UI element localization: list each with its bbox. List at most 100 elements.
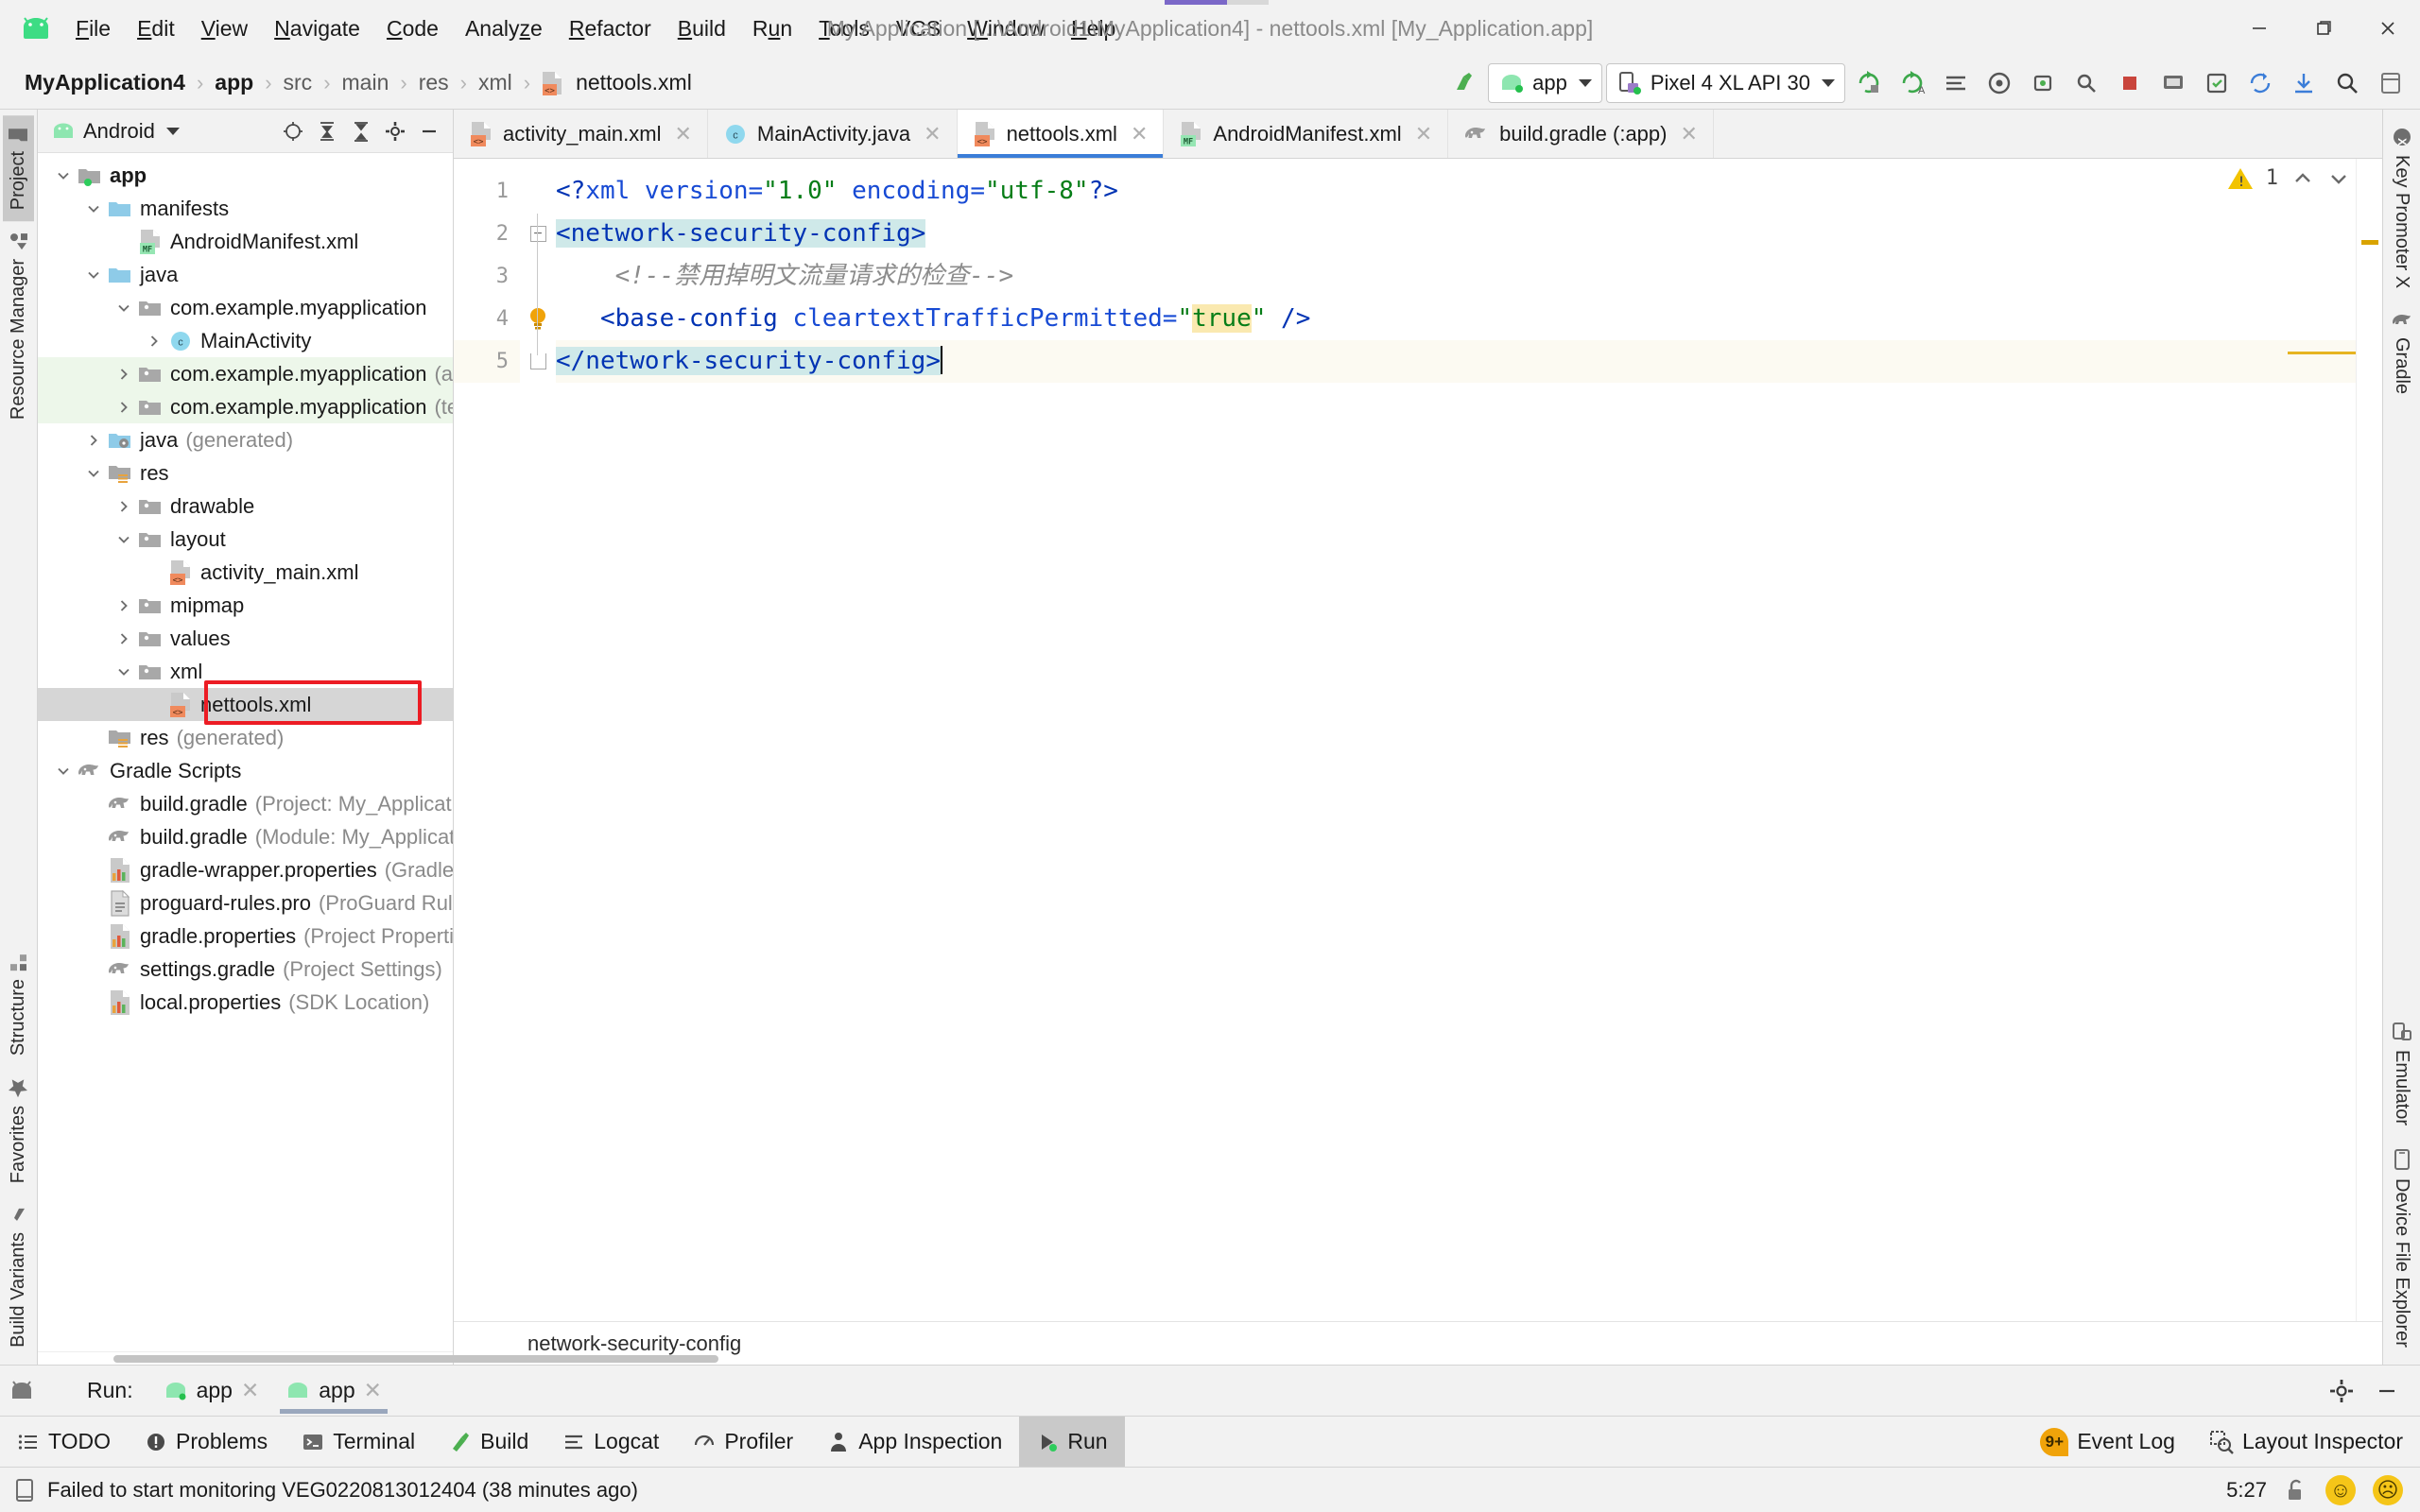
- tool-window-terminal[interactable]: Terminal: [285, 1417, 432, 1467]
- prev-problem-icon[interactable]: [2291, 169, 2314, 188]
- tree-node-res[interactable]: res: [38, 456, 453, 490]
- chevron-down-icon[interactable]: [81, 466, 106, 481]
- tree-node-gradle-scripts[interactable]: Gradle Scripts: [38, 754, 453, 787]
- sidebar-item-key-promoter-x[interactable]: X Key Promoter X: [2386, 115, 2417, 300]
- run-tab-app-2[interactable]: app ✕: [272, 1366, 395, 1417]
- chevron-down-icon[interactable]: [81, 201, 106, 216]
- search-icon[interactable]: [2327, 63, 2367, 103]
- status-message[interactable]: Failed to start monitoring VEG0220813012…: [13, 1477, 638, 1503]
- gear-icon[interactable]: [379, 115, 411, 147]
- tree-node-java[interactable]: java: [38, 258, 453, 291]
- close-icon[interactable]: ✕: [1131, 122, 1148, 146]
- editor-tab-build-gradle-app-[interactable]: build.gradle (:app) ✕: [1448, 110, 1714, 158]
- tree-node-layout[interactable]: layout: [38, 523, 453, 556]
- next-problem-icon[interactable]: [2327, 169, 2350, 188]
- chevron-down-icon[interactable]: [51, 168, 76, 183]
- editor-tabs[interactable]: <> activity_main.xml ✕ c MainActivity.java ✕ <…: [454, 110, 2382, 159]
- close-icon[interactable]: ✕: [364, 1378, 382, 1403]
- menu-navigate[interactable]: Navigate: [261, 10, 373, 47]
- breadcrumb-item-res[interactable]: res: [415, 68, 453, 97]
- editor-tab-nettools-xml[interactable]: <> nettools.xml ✕: [957, 110, 1165, 158]
- chevron-down-icon[interactable]: [51, 764, 76, 779]
- fold-toggle-close[interactable]: [520, 340, 556, 383]
- chevron-right-icon[interactable]: [112, 367, 136, 382]
- tree-node-mainactivity[interactable]: c MainActivity: [38, 324, 453, 357]
- menu-refactor[interactable]: Refactor: [556, 10, 665, 47]
- tree-node-java[interactable]: java (generated): [38, 423, 453, 456]
- warning-stripe-mark[interactable]: [2361, 240, 2378, 245]
- sidebar-item-gradle[interactable]: Gradle: [2386, 300, 2418, 405]
- maximize-button[interactable]: [2291, 0, 2356, 57]
- chevron-right-icon[interactable]: [112, 499, 136, 514]
- menu-analyze[interactable]: Analyze: [452, 10, 556, 47]
- make-project-icon[interactable]: [1444, 63, 1484, 103]
- tree-node-mipmap[interactable]: mipmap: [38, 589, 453, 622]
- tree-node-androidmanifest-xml[interactable]: MF AndroidManifest.xml: [38, 225, 453, 258]
- editor-tab-androidmanifest-xml[interactable]: MF AndroidManifest.xml ✕: [1164, 110, 1449, 158]
- sidebar-item-resource-manager[interactable]: Resource Manager: [3, 221, 34, 431]
- gear-icon[interactable]: [2325, 1375, 2358, 1407]
- chevron-down-icon[interactable]: [112, 532, 136, 547]
- chevron-down-icon[interactable]: [112, 664, 136, 679]
- run-with-coverage-icon[interactable]: [1936, 63, 1976, 103]
- sad-face-icon[interactable]: ☹: [2373, 1474, 2403, 1505]
- sidebar-item-structure[interactable]: Structure: [3, 941, 34, 1067]
- locate-icon[interactable]: [277, 115, 309, 147]
- tool-window-run[interactable]: Run: [1019, 1417, 1125, 1467]
- attach-debugger-icon[interactable]: [2023, 63, 2063, 103]
- chevron-right-icon[interactable]: [81, 433, 106, 448]
- tree-node-local-properties[interactable]: local.properties (SDK Location): [38, 986, 453, 1019]
- menu-file[interactable]: File: [62, 10, 124, 47]
- chevron-right-icon[interactable]: [112, 631, 136, 646]
- expand-all-icon[interactable]: [311, 115, 343, 147]
- sdk-manager-icon[interactable]: [2197, 63, 2237, 103]
- menu-code[interactable]: Code: [373, 10, 452, 47]
- breadcrumb[interactable]: MyApplication4 › app › src › main › res …: [21, 68, 696, 97]
- sidebar-item-device-file-explorer[interactable]: Device File Explorer: [2386, 1137, 2417, 1359]
- code-folding-gutter[interactable]: −: [520, 159, 556, 1321]
- editor-status-breadcrumb[interactable]: network-security-config: [454, 1321, 2382, 1365]
- tool-window-bar[interactable]: TODO Problems Terminal Build Logcat Profiler A…: [0, 1416, 2420, 1467]
- close-icon[interactable]: ✕: [1415, 122, 1432, 146]
- tree-node-com-example-myapplication[interactable]: com.example.myapplication: [38, 291, 453, 324]
- close-button[interactable]: [2356, 0, 2420, 57]
- download-dependencies-icon[interactable]: [2284, 63, 2324, 103]
- tool-window-layout-inspector[interactable]: Layout Inspector: [2192, 1429, 2420, 1454]
- sidebar-item-favorites[interactable]: Favorites: [3, 1067, 34, 1194]
- code-content[interactable]: <?xml version="1.0" encoding="utf-8"?> <…: [556, 159, 2382, 1321]
- tool-window-build[interactable]: Build: [432, 1417, 545, 1467]
- tree-node-gradle-wrapper-properties[interactable]: gradle-wrapper.properties (Gradle Version…: [38, 853, 453, 886]
- close-icon[interactable]: ✕: [674, 122, 691, 146]
- project-tree-hscrollbar[interactable]: [38, 1351, 718, 1365]
- close-icon[interactable]: ✕: [1680, 122, 1697, 146]
- close-icon[interactable]: ✕: [241, 1378, 259, 1403]
- chevron-right-icon[interactable]: [142, 334, 166, 349]
- tree-node-build-gradle[interactable]: build.gradle(Module: My_Application.app): [38, 820, 453, 853]
- stop-icon[interactable]: [2110, 63, 2150, 103]
- intention-bulb-icon[interactable]: [520, 298, 556, 340]
- project-view-selector[interactable]: Android: [45, 117, 185, 146]
- sidebar-item-build-variants[interactable]: Build Variants: [3, 1194, 34, 1359]
- tree-node-xml[interactable]: xml: [38, 655, 453, 688]
- search-everywhere-icon[interactable]: [2066, 63, 2106, 103]
- chevron-right-icon[interactable]: [112, 400, 136, 415]
- sync-gradle-icon[interactable]: [2240, 63, 2280, 103]
- editor-tab-activity-main-xml[interactable]: <> activity_main.xml ✕: [454, 110, 708, 158]
- scrollbar-thumb[interactable]: [113, 1355, 718, 1363]
- tool-window-logcat[interactable]: Logcat: [545, 1417, 676, 1467]
- tree-node-values[interactable]: values: [38, 622, 453, 655]
- tree-node-res[interactable]: res (generated): [38, 721, 453, 754]
- tree-node-gradle-properties[interactable]: gradle.properties(Project Properties): [38, 919, 453, 953]
- tree-node-settings-gradle[interactable]: settings.gradle (Project Settings): [38, 953, 453, 986]
- tree-node-com-example-myapplication[interactable]: com.example.myapplication (androidTest): [38, 357, 453, 390]
- happy-face-icon[interactable]: ☺: [2325, 1474, 2356, 1505]
- editor-inspection-widget[interactable]: ! 1: [2227, 166, 2350, 190]
- tree-node-build-gradle[interactable]: build.gradle(Project: My_Application): [38, 787, 453, 820]
- breadcrumb-item-project[interactable]: MyApplication4: [21, 68, 189, 97]
- tree-node-nettools-xml[interactable]: <> nettools.xml: [38, 688, 453, 721]
- unlocked-icon[interactable]: [2284, 1477, 2308, 1503]
- editor-error-stripe[interactable]: [2356, 159, 2382, 1321]
- avd-manager-icon[interactable]: [2153, 63, 2193, 103]
- code-editor[interactable]: 1 2 3 4 5 − <?xml version="1.0" encoding…: [454, 159, 2382, 1321]
- tree-node-drawable[interactable]: drawable: [38, 490, 453, 523]
